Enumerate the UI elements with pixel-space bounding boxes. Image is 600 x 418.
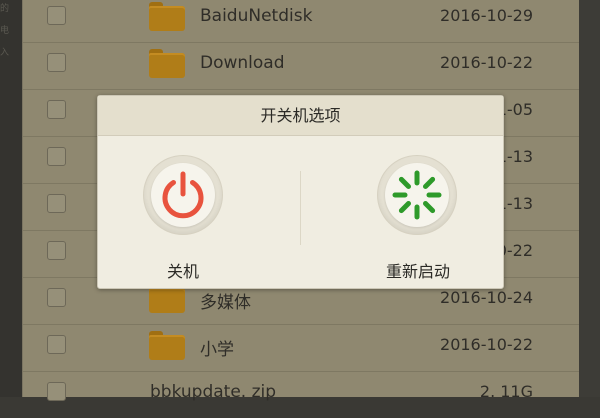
file-name: 多媒体	[200, 293, 251, 313]
file-row[interactable]: Download 2016-10-22	[23, 43, 579, 90]
row-checkbox[interactable]	[47, 335, 66, 354]
reboot-spinner-icon	[392, 170, 442, 220]
left-edge-text: 入	[0, 48, 10, 58]
option-divider	[300, 171, 301, 245]
dialog-header: 开关机选项	[98, 96, 503, 136]
row-checkbox[interactable]	[47, 147, 66, 166]
shutdown-button[interactable]	[144, 156, 222, 234]
row-checkbox[interactable]	[47, 53, 66, 72]
row-checkbox[interactable]	[47, 288, 66, 307]
file-date: 2016-10-24	[440, 288, 533, 307]
folder-icon	[149, 331, 185, 360]
right-edge-panel	[579, 0, 600, 397]
shutdown-option[interactable]: 关机	[98, 154, 268, 281]
row-checkbox[interactable]	[47, 100, 66, 119]
left-edge-panel: 的 电 入	[0, 0, 22, 397]
power-options-dialog: 开关机选项 关机 重新启动	[97, 95, 504, 289]
folder-icon	[149, 2, 185, 31]
file-date: 2016-10-22	[440, 53, 533, 72]
reboot-option[interactable]: 重新启动	[333, 154, 503, 281]
file-size: 2. 11G	[479, 382, 533, 401]
dialog-title: 开关机选项	[260, 106, 341, 125]
folder-icon	[149, 49, 185, 78]
file-name: 小学	[200, 340, 234, 360]
row-checkbox[interactable]	[47, 194, 66, 213]
reboot-button[interactable]	[378, 156, 456, 234]
file-date: 2016-10-29	[440, 6, 533, 25]
file-date: 2016-10-22	[440, 335, 533, 354]
row-checkbox[interactable]	[47, 241, 66, 260]
shutdown-label: 关机	[166, 262, 199, 281]
power-icon	[162, 171, 204, 219]
left-edge-text: 的	[0, 4, 10, 14]
file-row[interactable]: BaiduNetdisk 2016-10-29	[23, 0, 579, 43]
reboot-label: 重新启动	[385, 262, 450, 281]
file-row[interactable]: 小学 2016-10-22	[23, 325, 579, 372]
left-edge-text: 电	[0, 26, 10, 36]
file-row[interactable]: bbkupdate. zip 2. 11G	[23, 372, 579, 418]
row-checkbox[interactable]	[47, 382, 66, 401]
file-name: BaiduNetdisk	[200, 6, 313, 26]
row-checkbox[interactable]	[47, 6, 66, 25]
file-name: Download	[200, 53, 285, 73]
file-name: bbkupdate. zip	[150, 382, 277, 402]
